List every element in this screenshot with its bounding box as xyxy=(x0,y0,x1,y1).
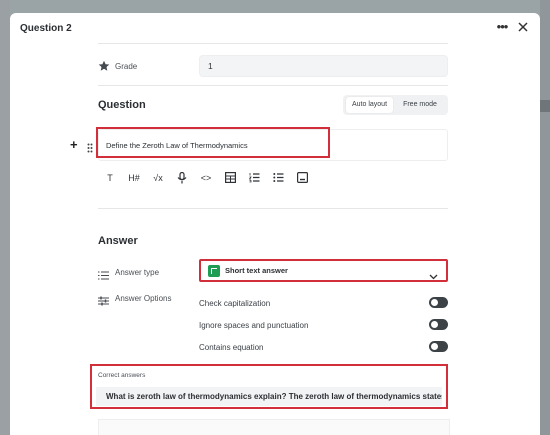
divider xyxy=(98,43,448,44)
text-format-icon[interactable]: T xyxy=(102,170,118,186)
backdrop-right xyxy=(540,0,550,435)
grade-value: 1 xyxy=(208,61,213,71)
option-label: Ignore spaces and punctuation xyxy=(199,321,309,330)
option-ignore-spaces: Ignore spaces and punctuation xyxy=(199,319,448,333)
answer-type-label: Answer type xyxy=(115,268,160,277)
option-label: Check capitalization xyxy=(199,299,271,308)
divider xyxy=(98,85,448,86)
backdrop-stripe xyxy=(540,100,550,112)
option-contains-equation: Contains equation xyxy=(199,341,448,355)
question-heading: Question xyxy=(98,99,146,111)
star-icon xyxy=(98,59,110,77)
contains-equation-toggle[interactable] xyxy=(429,341,448,352)
backdrop xyxy=(0,0,10,435)
image-icon[interactable] xyxy=(294,170,310,186)
microphone-icon[interactable] xyxy=(174,170,190,186)
divider xyxy=(98,208,448,209)
auto-layout-button[interactable]: Auto layout xyxy=(346,97,393,113)
check-capitalization-toggle[interactable] xyxy=(429,297,448,308)
correct-answer-text: What is zeroth law of thermodynamics exp… xyxy=(106,392,442,401)
correct-answers-label: Correct answers xyxy=(98,372,146,379)
next-field xyxy=(98,419,450,435)
modal-title: Question 2 xyxy=(20,23,72,34)
table-icon[interactable] xyxy=(222,170,238,186)
answer-type-value: Short text answer xyxy=(225,266,288,275)
answer-options-label: Answer Options xyxy=(115,294,172,303)
more-options-icon[interactable]: ••• xyxy=(494,19,510,37)
drag-handle-icon[interactable] xyxy=(87,140,93,158)
correct-answer-input[interactable]: What is zeroth law of thermodynamics exp… xyxy=(96,387,442,406)
option-check-capitalization: Check capitalization xyxy=(199,297,448,311)
sliders-icon xyxy=(98,293,109,311)
grade-label: Grade xyxy=(115,62,138,71)
math-formula-icon[interactable]: √x xyxy=(150,170,166,186)
answer-heading: Answer xyxy=(98,235,138,247)
question-text: Define the Zeroth Law of Thermodynamics xyxy=(106,141,248,150)
ignore-spaces-toggle[interactable] xyxy=(429,319,448,330)
heading-icon[interactable]: H# xyxy=(126,170,142,186)
bullet-list-icon[interactable] xyxy=(270,170,286,186)
list-icon xyxy=(98,267,109,285)
code-icon[interactable]: <> xyxy=(198,170,214,186)
numbered-list-icon[interactable] xyxy=(246,170,262,186)
short-text-answer-icon xyxy=(208,265,220,277)
chevron-down-icon xyxy=(429,267,438,285)
option-label: Contains equation xyxy=(199,343,264,352)
question-modal: Question 2 ••• Grade 1 Question Auto lay… xyxy=(10,13,540,435)
answer-type-select[interactable]: Short text answer xyxy=(199,259,448,282)
layout-toggle: Auto layout Free mode xyxy=(343,95,448,115)
free-mode-button[interactable]: Free mode xyxy=(395,97,445,113)
correct-answers-box: Correct answers What is zeroth law of th… xyxy=(90,364,448,409)
grade-input[interactable]: 1 xyxy=(199,55,448,77)
close-icon[interactable] xyxy=(515,19,531,37)
grade-row: Grade 1 xyxy=(98,55,448,77)
add-block-icon[interactable]: + xyxy=(70,138,78,152)
